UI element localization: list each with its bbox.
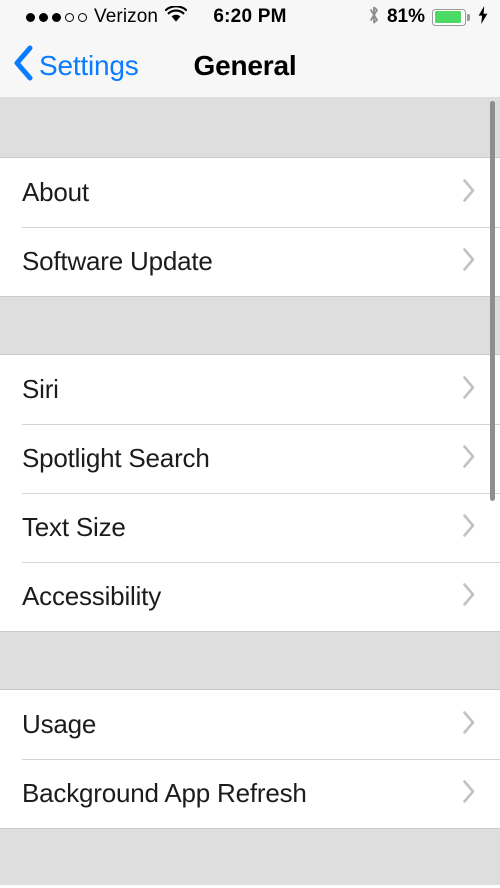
list-item-label: Background App Refresh	[22, 778, 307, 808]
group-separator-spacer	[0, 297, 500, 354]
chevron-right-icon	[462, 247, 476, 276]
status-bar: Verizon 6:20 PM 81%	[0, 0, 500, 34]
chevron-right-icon	[462, 178, 476, 207]
list-item-usage[interactable]: Usage	[0, 690, 500, 759]
list-item-siri[interactable]: Siri	[0, 355, 500, 424]
group-header-spacer	[0, 98, 500, 157]
list-item-software-update[interactable]: Software Update	[0, 227, 500, 296]
settings-group-device: About Software Update	[0, 157, 500, 297]
chevron-right-icon	[462, 444, 476, 473]
battery-fill	[434, 11, 461, 23]
settings-list[interactable]: About Software Update Siri Spotlight Sea…	[0, 98, 500, 888]
navigation-bar: Settings General	[0, 34, 500, 98]
group-separator-spacer	[0, 632, 500, 689]
list-item-spotlight-search[interactable]: Spotlight Search	[0, 424, 500, 493]
chevron-right-icon	[462, 710, 476, 739]
list-item-label: Usage	[22, 709, 97, 739]
list-item-label: About	[22, 177, 89, 207]
group-footer-spacer	[0, 829, 500, 885]
lightning-bolt-icon	[478, 5, 488, 29]
list-item-label: Siri	[22, 374, 59, 404]
status-bar-right: 81%	[368, 0, 488, 34]
settings-group-input: Siri Spotlight Search Text Size Accessib…	[0, 354, 500, 632]
list-item-about[interactable]: About	[0, 158, 500, 227]
bluetooth-icon	[368, 5, 380, 30]
list-item-label: Accessibility	[22, 581, 161, 611]
page-title-text: General	[193, 49, 297, 81]
list-item-background-app-refresh[interactable]: Background App Refresh	[0, 759, 500, 828]
chevron-right-icon	[462, 582, 476, 611]
battery-nub	[467, 14, 470, 21]
chevron-right-icon	[462, 779, 476, 808]
battery-percent-label: 81%	[386, 6, 425, 27]
clock-label: 6:20 PM	[213, 6, 287, 27]
list-item-label: Text Size	[22, 512, 126, 542]
battery-icon	[432, 8, 470, 26]
settings-group-storage: Usage Background App Refresh	[0, 689, 500, 829]
list-item-label: Software Update	[22, 246, 213, 276]
list-item-accessibility[interactable]: Accessibility	[0, 562, 500, 631]
vertical-scrollbar[interactable]	[490, 101, 495, 501]
chevron-right-icon	[462, 375, 476, 404]
chevron-right-icon	[462, 513, 476, 542]
page-title: General	[0, 34, 500, 97]
list-item-text-size[interactable]: Text Size	[0, 493, 500, 562]
list-item-label: Spotlight Search	[22, 443, 210, 473]
iphone-screen: Verizon 6:20 PM 81% Settings General Abo…	[0, 0, 500, 888]
